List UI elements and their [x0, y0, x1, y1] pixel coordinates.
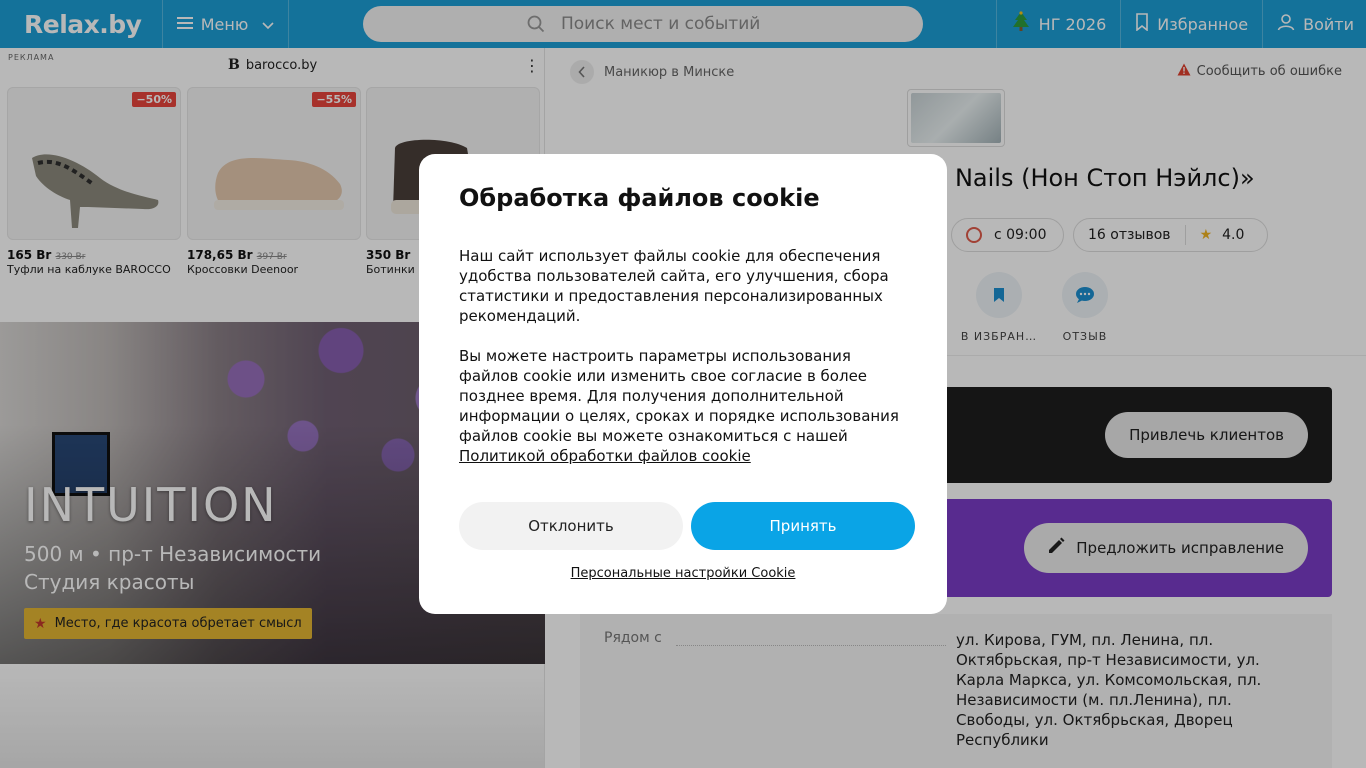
decline-button[interactable]: Отклонить: [459, 502, 683, 550]
accept-button[interactable]: Принять: [691, 502, 915, 550]
cookie-text-2: Вы можете настроить параметры использова…: [459, 347, 899, 465]
cookie-title: Обработка файлов cookie: [459, 184, 820, 212]
cookie-text-1: Наш сайт использует файлы cookie для обе…: [459, 247, 889, 325]
cookie-dialog: Обработка файлов cookie Наш сайт использ…: [419, 154, 947, 614]
cookie-policy-link[interactable]: Политикой обработки файлов cookie: [459, 447, 751, 465]
cookie-settings-link[interactable]: Персональные настройки Cookie: [419, 566, 947, 581]
